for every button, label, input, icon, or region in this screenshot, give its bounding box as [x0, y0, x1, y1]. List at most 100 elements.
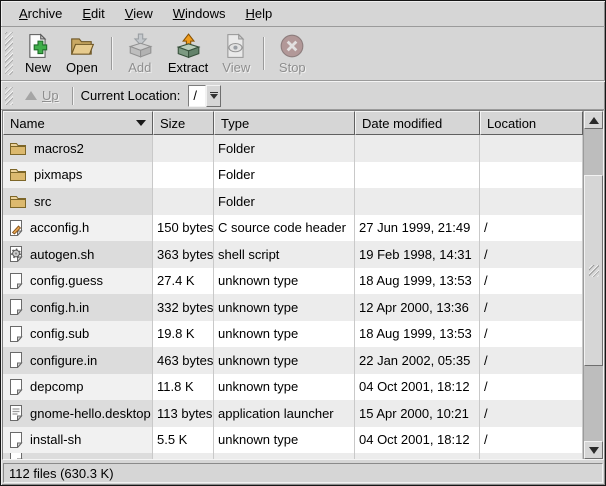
type-cell: unknown type — [214, 294, 355, 321]
empty-cell — [214, 453, 355, 459]
type-text: unknown type — [218, 379, 298, 394]
scrollbar-thumb[interactable] — [584, 175, 603, 366]
type-cell: shell script — [214, 241, 355, 268]
open-button[interactable]: Open — [60, 29, 104, 78]
empty-cell — [480, 453, 583, 459]
status-bar: 112 files (630.3 K) — [1, 460, 605, 485]
date-text: 04 Oct 2001, 18:12 — [359, 432, 470, 447]
name-cell: config.h.in — [3, 294, 153, 321]
name-cell: autogen.sh — [3, 241, 153, 268]
type-cell: application launcher — [214, 400, 355, 427]
location-combo-dropdown[interactable] — [206, 85, 221, 107]
file-row-config.guess[interactable]: config.guess27.4 Kunknown type18 Aug 199… — [3, 268, 583, 295]
column-header-size[interactable]: Size — [153, 111, 214, 135]
column-header-label: Name — [10, 116, 45, 131]
name-cell: gnome-hello.desktop — [3, 400, 153, 427]
file-row-config.sub[interactable]: config.sub19.8 Kunknown type18 Aug 1999,… — [3, 321, 583, 348]
folder-icon — [9, 167, 27, 182]
menu-windows[interactable]: Windows — [163, 3, 236, 25]
folder-icon — [9, 194, 27, 209]
file-row-macros2[interactable]: macros2Folder — [3, 135, 583, 162]
date-cell — [355, 162, 480, 189]
menu-edit[interactable]: Edit — [72, 3, 114, 25]
file-row-src[interactable]: src Folder — [3, 188, 583, 215]
type-cell: unknown type — [214, 374, 355, 401]
file-row-pixmaps[interactable]: pixmapsFolder — [3, 162, 583, 189]
open-button-label: Open — [66, 60, 98, 76]
add-button[interactable]: Add — [120, 29, 160, 78]
location-bar-drag-handle[interactable] — [5, 87, 13, 105]
file-row-gnome-hello.desktop[interactable]: gnome-hello.desktop113 bytesapplication … — [3, 400, 583, 427]
menu-archive[interactable]: Archive — [9, 3, 72, 25]
file-row-autogen.sh[interactable]: autogen.sh363 bytesshell script19 Feb 19… — [3, 241, 583, 268]
menu-help[interactable]: Help — [235, 3, 282, 25]
type-cell: Folder — [214, 135, 355, 162]
column-header-type[interactable]: Type — [214, 111, 355, 135]
column-header-row: Name SizeTypeDate modifiedLocation — [3, 111, 583, 135]
current-location-label: Current Location: — [81, 88, 181, 103]
date-cell: 18 Aug 1999, 13:53 — [355, 321, 480, 348]
date-text: 15 Apr 2000, 10:21 — [359, 406, 469, 421]
location-cell — [480, 162, 583, 189]
type-text: unknown type — [218, 432, 298, 447]
scroll-down-button[interactable] — [584, 441, 603, 459]
toolbar-drag-handle[interactable] — [5, 32, 13, 75]
name-text: gnome-hello.desktop — [30, 406, 151, 421]
type-text: unknown type — [218, 353, 298, 368]
column-header-location[interactable]: Location — [480, 111, 583, 135]
location-bar: Up Current Location: / — [1, 81, 605, 110]
plain-doc-icon — [9, 299, 23, 315]
new-button-label: New — [25, 60, 51, 76]
type-cell: unknown type — [214, 347, 355, 374]
location-cell: / — [480, 294, 583, 321]
new-button[interactable]: New — [18, 29, 58, 78]
size-text: 5.5 K — [157, 432, 187, 447]
type-cell: unknown type — [214, 321, 355, 348]
location-text: / — [484, 379, 488, 394]
stop-button[interactable]: Stop — [272, 29, 312, 78]
name-text: autogen.sh — [30, 247, 94, 262]
vertical-scrollbar[interactable] — [583, 111, 603, 459]
file-row-config.h.in[interactable]: config.h.in332 bytesunknown type12 Apr 2… — [3, 294, 583, 321]
open-folder-icon — [69, 32, 95, 60]
file-row-depcomp[interactable]: depcomp11.8 Kunknown type04 Oct 2001, 18… — [3, 374, 583, 401]
column-header-name[interactable]: Name — [3, 111, 153, 135]
location-cell — [480, 188, 583, 215]
size-cell: 11.8 K — [153, 374, 214, 401]
location-combo[interactable]: / — [188, 85, 221, 107]
add-button-label: Add — [128, 60, 151, 76]
size-cell: 463 bytes — [153, 347, 214, 374]
name-cell: src — [3, 188, 153, 215]
size-text: 27.4 K — [157, 273, 195, 288]
source-doc-icon — [9, 220, 23, 236]
folder-icon — [9, 141, 27, 156]
file-row-partial[interactable] — [3, 453, 583, 459]
status-text: 112 files (630.3 K) — [9, 466, 114, 481]
file-row-acconfig.h[interactable]: acconfig.h150 bytesC source code header2… — [3, 215, 583, 242]
scrollbar-track[interactable] — [584, 129, 603, 441]
extract-button[interactable]: Extract — [162, 29, 214, 78]
scrollbar-grip — [589, 265, 599, 277]
size-text: 332 bytes — [157, 300, 213, 315]
type-cell: Folder — [214, 188, 355, 215]
plain-doc-icon — [9, 432, 23, 448]
scroll-up-icon — [589, 117, 599, 124]
date-cell: 15 Apr 2000, 10:21 — [355, 400, 480, 427]
combo-indicator — [210, 92, 218, 93]
location-cell: / — [480, 400, 583, 427]
date-text: 18 Aug 1999, 13:53 — [359, 273, 472, 288]
location-text: / — [484, 326, 488, 341]
toolbar-separator — [111, 37, 113, 70]
location-text: / — [484, 353, 488, 368]
column-header-date-modified[interactable]: Date modified — [355, 111, 480, 135]
name-cell: install-sh — [3, 427, 153, 454]
file-row-configure.in[interactable]: configure.in463 bytesunknown type22 Jan … — [3, 347, 583, 374]
scroll-up-button[interactable] — [584, 111, 603, 129]
size-cell: 363 bytes — [153, 241, 214, 268]
size-text: 463 bytes — [157, 353, 213, 368]
view-button[interactable]: View — [216, 29, 256, 78]
file-row-install-sh[interactable]: install-sh 5.5 K unknown type 04 Oct 2001, … — [3, 427, 583, 454]
location-combo-value[interactable]: / — [188, 85, 206, 107]
up-button[interactable]: Up — [19, 86, 65, 105]
menu-view[interactable]: View — [115, 3, 163, 25]
